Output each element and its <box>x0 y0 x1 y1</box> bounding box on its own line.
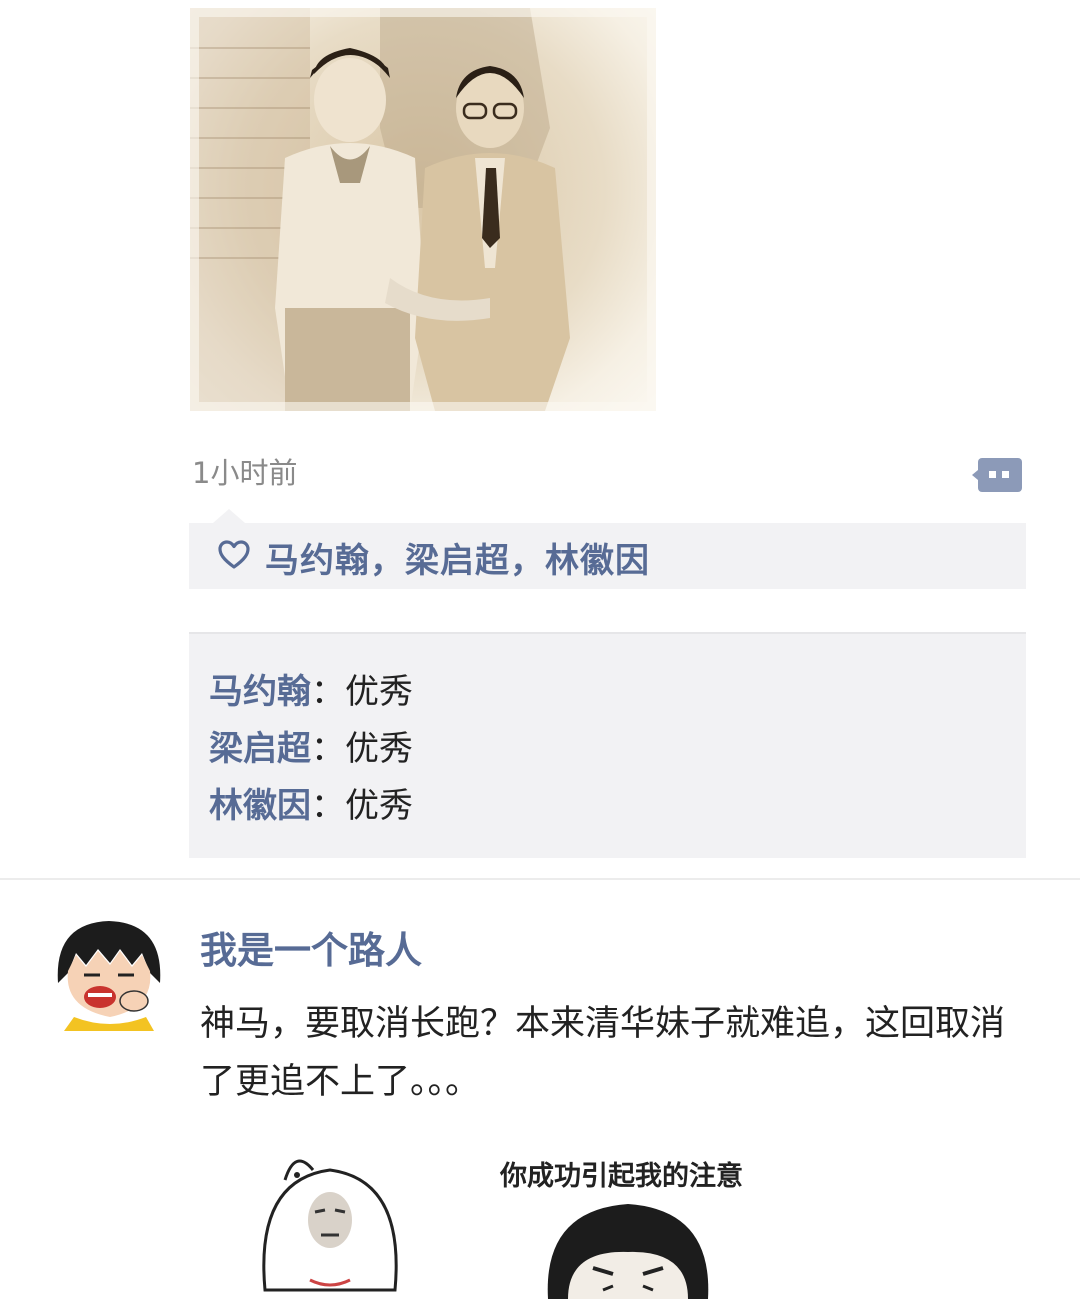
meme-image[interactable]: 你成功引起我的注意 <box>488 1140 768 1299</box>
comment-separator: ： <box>311 672 345 712</box>
post-text: 神马，要取消长跑？本来清华妹子就难追，这回取消了更追不上了。。。 <box>200 1004 1006 1102</box>
comment-item[interactable]: 梁启超：优秀 <box>209 721 413 770</box>
comments-section: 马约翰：优秀 梁启超：优秀 林徽因：优秀 <box>189 632 1026 858</box>
meme-image[interactable] <box>255 1140 405 1299</box>
heart-icon <box>218 540 250 569</box>
comment-author[interactable]: 马约翰 <box>209 672 311 712</box>
comment-item[interactable]: 马约翰：优秀 <box>209 664 413 713</box>
likes-names[interactable]: 马约翰，梁启超，林徽因 <box>265 533 650 582</box>
likes-section: 马约翰，梁启超，林徽因 <box>189 509 1026 589</box>
poster-name[interactable]: 我是一个路人 <box>200 920 422 974</box>
avatar[interactable] <box>50 913 168 1031</box>
comment-author[interactable]: 梁启超 <box>209 729 311 769</box>
post-timestamp: 1小时前 <box>192 456 298 490</box>
comment-action-icon[interactable] <box>972 456 1024 494</box>
post-divider <box>0 878 1080 880</box>
comment-separator: ： <box>311 786 345 826</box>
comment-item[interactable]: 林徽因：优秀 <box>209 778 413 827</box>
comment-author[interactable]: 林徽因 <box>209 786 311 826</box>
comment-text: 优秀 <box>345 786 413 826</box>
comment-text: 优秀 <box>345 729 413 769</box>
post-photo[interactable] <box>190 8 656 411</box>
comment-text: 优秀 <box>345 672 413 712</box>
comment-separator: ： <box>311 729 345 769</box>
